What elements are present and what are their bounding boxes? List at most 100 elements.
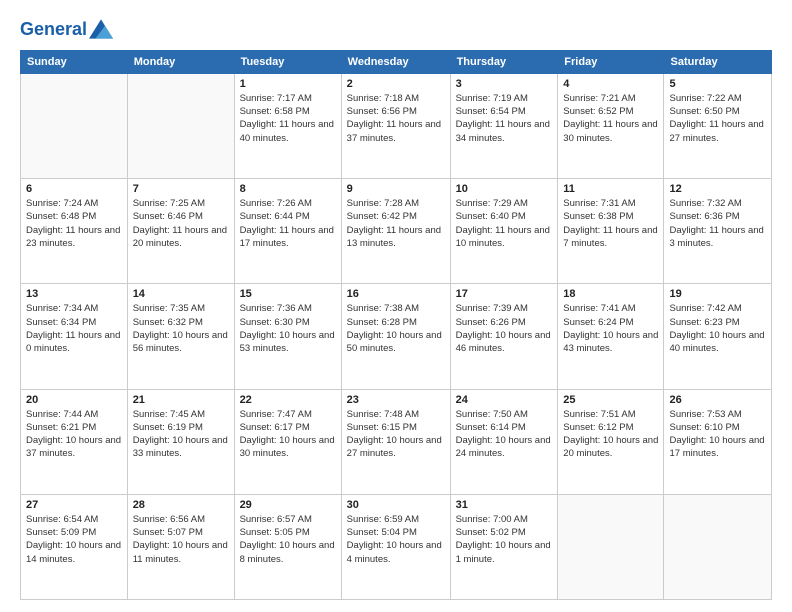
logo: General xyxy=(20,20,113,40)
calendar-cell: 9 Sunrise: 7:28 AM Sunset: 6:42 PM Daylig… xyxy=(341,179,450,284)
weekday-header: Friday xyxy=(558,50,664,73)
day-info: Sunrise: 7:48 AM Sunset: 6:15 PM Dayligh… xyxy=(347,408,445,461)
calendar-cell xyxy=(558,494,664,599)
day-number: 25 xyxy=(563,394,658,406)
day-number: 26 xyxy=(669,394,766,406)
day-info: Sunrise: 7:47 AM Sunset: 6:17 PM Dayligh… xyxy=(240,408,336,461)
day-number: 11 xyxy=(563,183,658,195)
calendar-cell: 27 Sunrise: 6:54 AM Sunset: 5:09 PM Dayli… xyxy=(21,494,128,599)
calendar-cell: 4Sunrise: 7:21 AM Sunset: 6:52 PM Daylig… xyxy=(558,73,664,178)
calendar-cell: 24 Sunrise: 7:50 AM Sunset: 6:14 PM Dayli… xyxy=(450,389,558,494)
day-number: 21 xyxy=(133,394,229,406)
calendar-cell: 3 Sunrise: 7:19 AM Sunset: 6:54 PM Daylig… xyxy=(450,73,558,178)
calendar-cell: 15 Sunrise: 7:36 AM Sunset: 6:30 PM Dayli… xyxy=(234,284,341,389)
day-info: Sunrise: 7:39 AM Sunset: 6:26 PM Dayligh… xyxy=(456,302,553,355)
calendar-cell xyxy=(664,494,772,599)
calendar-cell: 10 Sunrise: 7:29 AM Sunset: 6:40 PM Dayli… xyxy=(450,179,558,284)
day-number: 10 xyxy=(456,183,553,195)
day-number: 31 xyxy=(456,499,553,511)
calendar-cell: 28Sunrise: 6:56 AM Sunset: 5:07 PM Dayli… xyxy=(127,494,234,599)
day-number: 16 xyxy=(347,288,445,300)
calendar-table: SundayMondayTuesdayWednesdayThursdayFrid… xyxy=(20,50,772,600)
day-number: 22 xyxy=(240,394,336,406)
day-info: Sunrise: 7:21 AM Sunset: 6:52 PM Dayligh… xyxy=(563,92,658,145)
day-info: Sunrise: 7:34 AM Sunset: 6:34 PM Dayligh… xyxy=(26,302,122,355)
calendar-cell: 5 Sunrise: 7:22 AM Sunset: 6:50 PM Daylig… xyxy=(664,73,772,178)
day-number: 7 xyxy=(133,183,229,195)
day-number: 14 xyxy=(133,288,229,300)
calendar-cell: 8 Sunrise: 7:26 AM Sunset: 6:44 PM Daylig… xyxy=(234,179,341,284)
calendar-page: General SundayMondayTuesdayWednesdayThur… xyxy=(0,0,792,612)
calendar-cell: 18Sunrise: 7:41 AM Sunset: 6:24 PM Dayli… xyxy=(558,284,664,389)
calendar-cell: 6 Sunrise: 7:24 AM Sunset: 6:48 PM Daylig… xyxy=(21,179,128,284)
calendar-cell: 14 Sunrise: 7:35 AM Sunset: 6:32 PM Dayli… xyxy=(127,284,234,389)
calendar-cell: 1 Sunrise: 7:17 AM Sunset: 6:58 PM Daylig… xyxy=(234,73,341,178)
day-info: Sunrise: 7:24 AM Sunset: 6:48 PM Dayligh… xyxy=(26,197,122,250)
day-number: 6 xyxy=(26,183,122,195)
calendar-cell: 20 Sunrise: 7:44 AM Sunset: 6:21 PM Dayli… xyxy=(21,389,128,494)
calendar-cell: 22 Sunrise: 7:47 AM Sunset: 6:17 PM Dayli… xyxy=(234,389,341,494)
weekday-header: Saturday xyxy=(664,50,772,73)
day-number: 20 xyxy=(26,394,122,406)
calendar-cell: 23 Sunrise: 7:48 AM Sunset: 6:15 PM Dayli… xyxy=(341,389,450,494)
day-number: 5 xyxy=(669,78,766,90)
day-number: 1 xyxy=(240,78,336,90)
day-info: Sunrise: 7:28 AM Sunset: 6:42 PM Dayligh… xyxy=(347,197,445,250)
calendar-cell: 29Sunrise: 6:57 AM Sunset: 5:05 PM Dayli… xyxy=(234,494,341,599)
day-number: 9 xyxy=(347,183,445,195)
calendar-cell: 7 Sunrise: 7:25 AM Sunset: 6:46 PM Daylig… xyxy=(127,179,234,284)
day-number: 12 xyxy=(669,183,766,195)
calendar-cell: 25Sunrise: 7:51 AM Sunset: 6:12 PM Dayli… xyxy=(558,389,664,494)
day-number: 27 xyxy=(26,499,122,511)
day-info: Sunrise: 7:45 AM Sunset: 6:19 PM Dayligh… xyxy=(133,408,229,461)
day-info: Sunrise: 7:22 AM Sunset: 6:50 PM Dayligh… xyxy=(669,92,766,145)
day-info: Sunrise: 7:29 AM Sunset: 6:40 PM Dayligh… xyxy=(456,197,553,250)
day-info: Sunrise: 7:19 AM Sunset: 6:54 PM Dayligh… xyxy=(456,92,553,145)
calendar-cell xyxy=(127,73,234,178)
day-info: Sunrise: 6:59 AM Sunset: 5:04 PM Dayligh… xyxy=(347,513,445,566)
header: General xyxy=(20,16,772,40)
day-info: Sunrise: 7:00 AM Sunset: 5:02 PM Dayligh… xyxy=(456,513,553,566)
calendar-cell: 19 Sunrise: 7:42 AM Sunset: 6:23 PM Dayli… xyxy=(664,284,772,389)
day-number: 17 xyxy=(456,288,553,300)
calendar-cell: 31 Sunrise: 7:00 AM Sunset: 5:02 PM Dayli… xyxy=(450,494,558,599)
day-number: 8 xyxy=(240,183,336,195)
day-info: Sunrise: 7:36 AM Sunset: 6:30 PM Dayligh… xyxy=(240,302,336,355)
calendar-week-row: 27 Sunrise: 6:54 AM Sunset: 5:09 PM Dayli… xyxy=(21,494,772,599)
calendar-cell: 2Sunrise: 7:18 AM Sunset: 6:56 PM Daylig… xyxy=(341,73,450,178)
day-info: Sunrise: 7:38 AM Sunset: 6:28 PM Dayligh… xyxy=(347,302,445,355)
day-info: Sunrise: 7:41 AM Sunset: 6:24 PM Dayligh… xyxy=(563,302,658,355)
calendar-cell: 17 Sunrise: 7:39 AM Sunset: 6:26 PM Dayli… xyxy=(450,284,558,389)
calendar-cell: 16 Sunrise: 7:38 AM Sunset: 6:28 PM Dayli… xyxy=(341,284,450,389)
logo-text: General xyxy=(20,20,87,40)
calendar-cell: 30Sunrise: 6:59 AM Sunset: 5:04 PM Dayli… xyxy=(341,494,450,599)
day-info: Sunrise: 7:25 AM Sunset: 6:46 PM Dayligh… xyxy=(133,197,229,250)
day-info: Sunrise: 7:50 AM Sunset: 6:14 PM Dayligh… xyxy=(456,408,553,461)
weekday-header: Tuesday xyxy=(234,50,341,73)
calendar-cell xyxy=(21,73,128,178)
day-info: Sunrise: 7:32 AM Sunset: 6:36 PM Dayligh… xyxy=(669,197,766,250)
day-info: Sunrise: 6:54 AM Sunset: 5:09 PM Dayligh… xyxy=(26,513,122,566)
day-number: 24 xyxy=(456,394,553,406)
day-number: 13 xyxy=(26,288,122,300)
day-info: Sunrise: 7:31 AM Sunset: 6:38 PM Dayligh… xyxy=(563,197,658,250)
weekday-header: Sunday xyxy=(21,50,128,73)
day-number: 3 xyxy=(456,78,553,90)
weekday-header: Monday xyxy=(127,50,234,73)
calendar-week-row: 1 Sunrise: 7:17 AM Sunset: 6:58 PM Daylig… xyxy=(21,73,772,178)
day-info: Sunrise: 7:44 AM Sunset: 6:21 PM Dayligh… xyxy=(26,408,122,461)
day-number: 15 xyxy=(240,288,336,300)
day-info: Sunrise: 7:26 AM Sunset: 6:44 PM Dayligh… xyxy=(240,197,336,250)
weekday-header: Thursday xyxy=(450,50,558,73)
calendar-cell: 26 Sunrise: 7:53 AM Sunset: 6:10 PM Dayli… xyxy=(664,389,772,494)
day-info: Sunrise: 7:35 AM Sunset: 6:32 PM Dayligh… xyxy=(133,302,229,355)
day-number: 2 xyxy=(347,78,445,90)
calendar-cell: 21 Sunrise: 7:45 AM Sunset: 6:19 PM Dayli… xyxy=(127,389,234,494)
logo-icon xyxy=(89,19,113,39)
day-info: Sunrise: 7:42 AM Sunset: 6:23 PM Dayligh… xyxy=(669,302,766,355)
day-info: Sunrise: 7:53 AM Sunset: 6:10 PM Dayligh… xyxy=(669,408,766,461)
day-number: 19 xyxy=(669,288,766,300)
calendar-week-row: 6 Sunrise: 7:24 AM Sunset: 6:48 PM Daylig… xyxy=(21,179,772,284)
day-info: Sunrise: 7:17 AM Sunset: 6:58 PM Dayligh… xyxy=(240,92,336,145)
day-number: 23 xyxy=(347,394,445,406)
